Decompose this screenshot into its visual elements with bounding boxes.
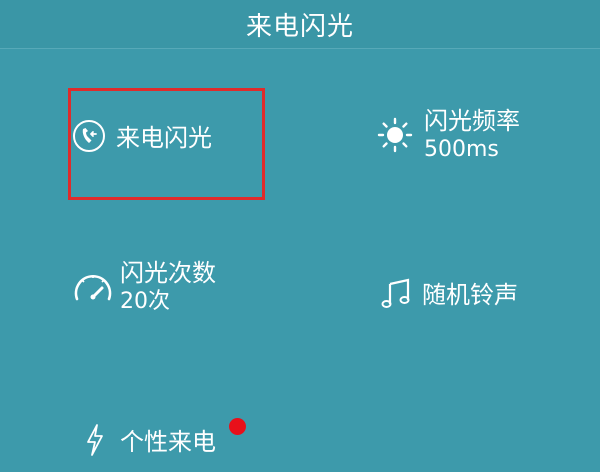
flash-count-item[interactable]: 闪光次数 20次 [72,258,216,316]
flash-frequency-item[interactable]: 闪光频率 500ms [376,106,520,164]
lightning-icon [84,423,106,457]
random-ringtone-label: 随机铃声 [422,281,518,309]
notification-badge [229,418,246,435]
flash-frequency-value: 500ms [424,137,499,162]
sun-icon [376,116,414,154]
personal-call-item[interactable]: 个性来电 [84,422,216,457]
flash-frequency-label: 闪光频率 [424,107,520,135]
highlight-frame [68,88,265,200]
app-header: 来电闪光 [0,0,600,49]
random-ringtone-item[interactable]: 随机铃声 [380,275,518,310]
page-title: 来电闪光 [245,11,354,42]
flash-count-label: 闪光次数 [120,259,216,287]
personal-call-label: 个性来电 [120,428,216,456]
music-note-icon [380,276,414,310]
speedometer-icon [72,266,114,308]
flash-count-value: 20次 [120,289,170,314]
